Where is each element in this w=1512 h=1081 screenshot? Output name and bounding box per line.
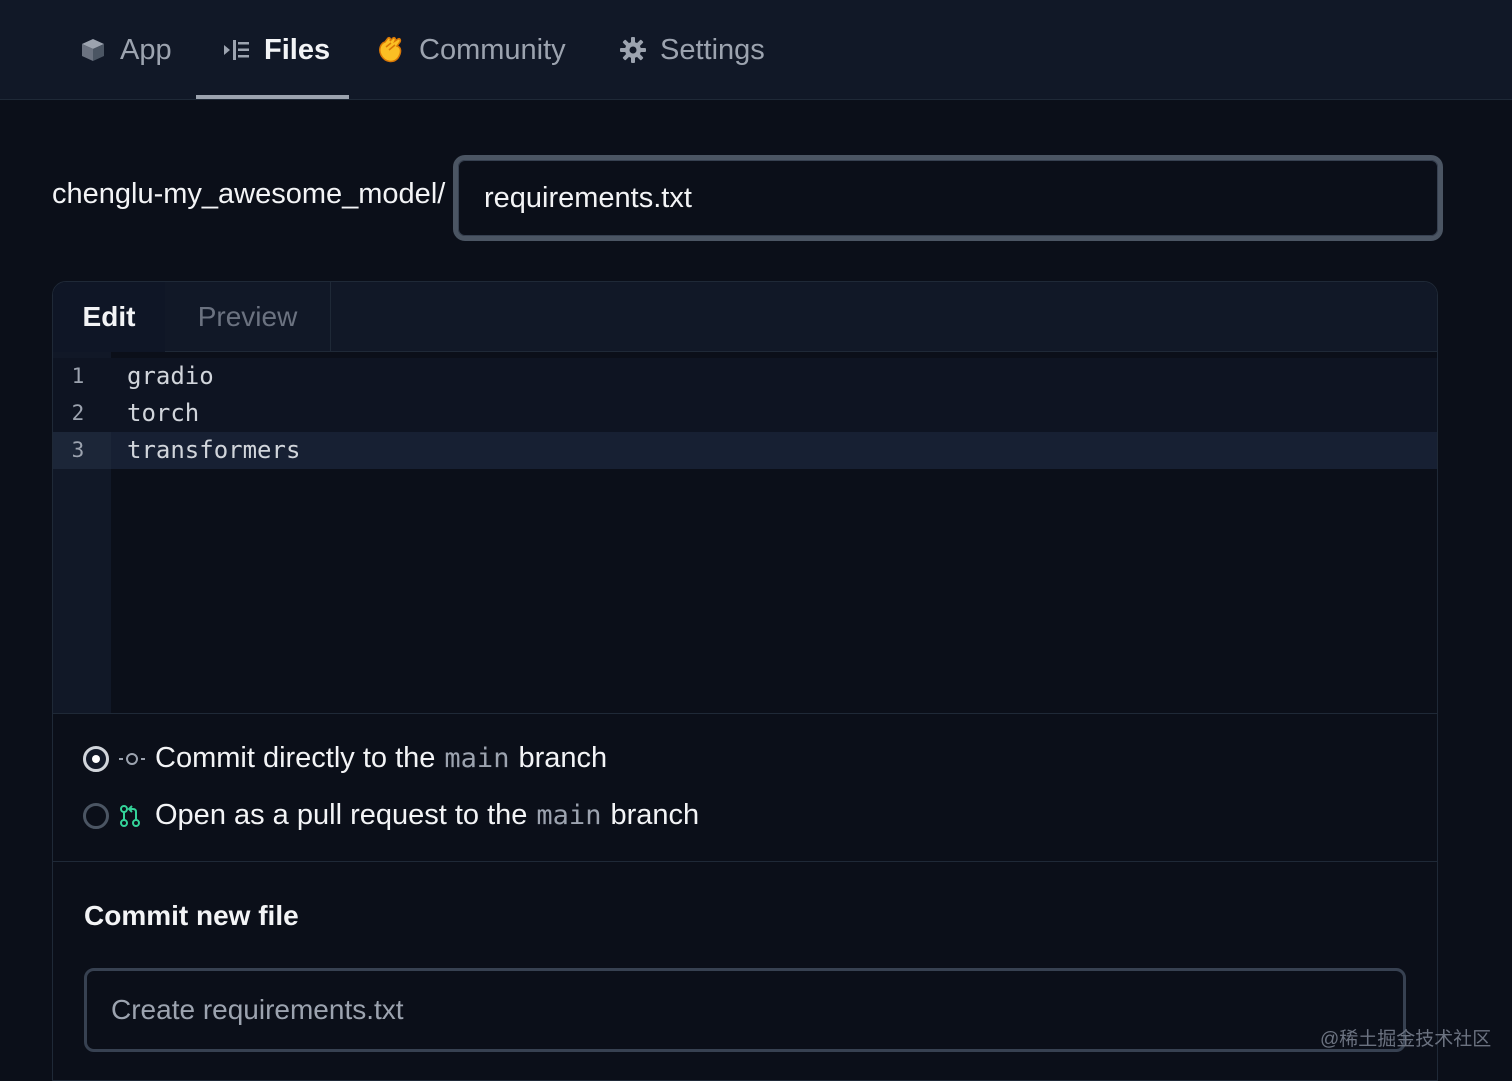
pull-request-suffix: branch bbox=[610, 799, 700, 831]
code-text: transformers bbox=[127, 436, 301, 464]
editor-panel: Edit Preview 1 gradio 2 torch 3 transfor… bbox=[52, 281, 1438, 1081]
line-number: 2 bbox=[71, 401, 85, 425]
commit-message-wrapper bbox=[84, 968, 1406, 1052]
commit-icon bbox=[119, 750, 145, 768]
top-nav: App Files Community Settings bbox=[0, 0, 1512, 100]
commit-direct-text: Commit directly to the bbox=[155, 742, 436, 774]
code-editor[interactable]: 1 gradio 2 torch 3 transformers bbox=[53, 352, 1437, 714]
repo-path-prefix: chenglu-my_awesome_model/ bbox=[52, 178, 446, 210]
pull-request-radio[interactable] bbox=[83, 802, 109, 829]
filename-input[interactable] bbox=[458, 160, 1438, 236]
code-text: gradio bbox=[127, 362, 214, 390]
tab-community-label: Community bbox=[419, 33, 566, 66]
tab-community[interactable]: Community bbox=[375, 0, 566, 100]
filename-field-wrapper bbox=[453, 155, 1443, 241]
clapping-hands-icon bbox=[375, 35, 405, 65]
branch-name: main bbox=[444, 743, 510, 774]
line-number: 3 bbox=[53, 432, 111, 469]
watermark: @稀土掘金技术社区 bbox=[1320, 1029, 1492, 1050]
gear-icon bbox=[620, 37, 646, 63]
active-tab-indicator bbox=[196, 95, 349, 99]
commit-message-input[interactable] bbox=[87, 971, 1403, 1049]
tab-preview[interactable]: Preview bbox=[165, 282, 331, 352]
tab-files[interactable]: Files bbox=[222, 0, 330, 100]
pull-request-option[interactable]: Open as a pull request to the main branc… bbox=[83, 799, 699, 832]
commit-direct-option[interactable]: Commit directly to the main branch bbox=[83, 742, 607, 775]
commit-options: Commit directly to the main branch Open … bbox=[53, 714, 1437, 862]
commit-section-title: Commit new file bbox=[84, 900, 299, 931]
tab-settings[interactable]: Settings bbox=[620, 0, 765, 100]
pull-request-icon bbox=[119, 804, 141, 828]
tab-settings-label: Settings bbox=[660, 33, 765, 66]
commit-direct-radio[interactable] bbox=[83, 745, 109, 772]
pull-request-text: Open as a pull request to the bbox=[155, 799, 528, 831]
file-list-icon bbox=[222, 39, 250, 61]
tab-edit[interactable]: Edit bbox=[53, 282, 165, 352]
code-line[interactable]: 2 torch bbox=[53, 395, 1437, 432]
commit-direct-suffix: branch bbox=[518, 742, 608, 774]
line-number: 1 bbox=[71, 364, 85, 388]
code-text: torch bbox=[127, 399, 200, 427]
tab-app[interactable]: App bbox=[80, 0, 172, 100]
editor-tabs: Edit Preview bbox=[53, 282, 1437, 352]
code-line-active[interactable]: 3 transformers bbox=[53, 432, 1437, 469]
code-line[interactable]: 1 gradio bbox=[53, 358, 1437, 395]
branch-name: main bbox=[536, 800, 602, 831]
tab-files-label: Files bbox=[264, 33, 331, 66]
cube-icon bbox=[80, 37, 106, 63]
tab-app-label: App bbox=[120, 33, 172, 66]
